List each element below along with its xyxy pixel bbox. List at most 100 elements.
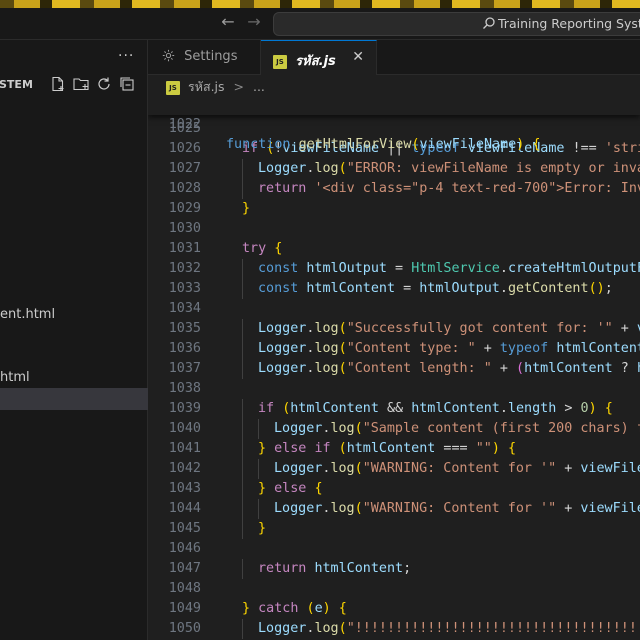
code-line: return '<div class="p-4 text-red-700">Er… [258, 181, 640, 196]
close-icon[interactable]: ✕ [352, 49, 364, 65]
code-line: Logger.log("Content type: " + typeof htm… [258, 341, 640, 356]
line-number: 1038 [168, 381, 201, 396]
line-number: 1041 [168, 441, 201, 456]
refresh-icon[interactable] [96, 76, 113, 93]
code-line-row[interactable]: 1048 [148, 579, 640, 599]
forward-arrow-icon[interactable]: → [243, 12, 265, 31]
breadcrumb-separator: > [233, 79, 244, 94]
code-line-row[interactable]: 1036 Logger.log("Content type: " + typeof… [148, 339, 640, 359]
line-number: 1036 [168, 341, 201, 356]
tab-code-js[interactable]: JS รหัส.js ✕ [261, 40, 377, 76]
indent-guide [258, 459, 259, 479]
indent-guide [242, 559, 243, 579]
command-center-search[interactable]: Training Reporting System [273, 12, 640, 36]
indent-guide [242, 439, 243, 459]
code-line-row[interactable]: 1038 [148, 379, 640, 399]
code-line-row[interactable]: 1049} catch (e) { [148, 599, 640, 619]
breadcrumb-more[interactable]: ... [253, 79, 265, 94]
line-number: 1028 [168, 181, 201, 196]
code-line: Logger.log("WARNING: Content for '" + vi… [274, 461, 640, 476]
code-line-row[interactable]: 1037 Logger.log("Content length: " + (htm… [148, 359, 640, 379]
collapse-all-icon[interactable] [119, 76, 136, 93]
js-file-icon: JS [273, 54, 287, 69]
explorer-sidebar: ··· STEM ent.html html [0, 40, 148, 640]
editor-tab-bar: Settings JS รหัส.js ✕ [148, 40, 640, 76]
back-arrow-icon[interactable]: ← [217, 12, 239, 31]
line-number: 1037 [168, 361, 201, 376]
code-line: } [242, 201, 251, 216]
code-line: Logger.log("!!!!!!!!!!!!!!!!!!!!!!!!!!!!… [258, 621, 640, 636]
code-line-row[interactable]: 1039 if (htmlContent && htmlContent.lengt… [148, 399, 640, 419]
code-line: Logger.log("Content length: " + (htmlCon… [258, 361, 640, 376]
tab-label: รหัส.js [295, 54, 336, 69]
code-editor[interactable]: 1022 function getHtmlForView(viewFileNam… [148, 95, 640, 640]
command-center-label: Training Reporting System [498, 16, 640, 31]
code-line-row[interactable]: 1034 [148, 299, 640, 319]
line-number: 1040 [168, 421, 201, 436]
line-number: 1048 [168, 581, 201, 596]
breadcrumb: JS รหัส.js > ... [148, 75, 640, 95]
line-number: 1044 [168, 501, 201, 516]
line-number: 1035 [168, 321, 201, 336]
code-line-row[interactable]: 1035 Logger.log("Successfully got content… [148, 319, 640, 339]
code-line-row[interactable]: 1032 const htmlOutput = HtmlService.creat… [148, 259, 640, 279]
indent-guide [242, 159, 243, 179]
code-line: Logger.log("Successfully got content for… [258, 321, 640, 336]
code-line: } [258, 521, 267, 536]
code-line-row[interactable]: 1041} else if (htmlContent === "") { [148, 439, 640, 459]
line-number: 1042 [168, 461, 201, 476]
code-line-row[interactable]: 1027 Logger.log("ERROR: viewFileName is e… [148, 159, 640, 179]
indent-guide [242, 619, 243, 639]
explorer-file-item[interactable]: html [0, 367, 148, 389]
code-line: Logger.log("ERROR: viewFileName is empty… [258, 161, 640, 176]
line-number: 1049 [168, 601, 201, 616]
indent-guide [242, 459, 243, 479]
code-line-row[interactable]: 1030 [148, 219, 640, 239]
code-line: const htmlContent = htmlOutput.getConten… [258, 281, 613, 296]
tab-label: Settings [184, 49, 238, 64]
explorer-file-item[interactable]: ent.html [0, 304, 148, 326]
line-number: 1047 [168, 561, 201, 576]
line-number: 1032 [168, 261, 201, 276]
indent-guide [242, 319, 243, 339]
code-line-row[interactable]: 1029} [148, 199, 640, 219]
indent-guide [242, 359, 243, 379]
explorer-file-item-selected[interactable] [0, 388, 148, 410]
code-line: Logger.log("Sample content (first 200 ch… [274, 421, 640, 436]
code-line-row[interactable]: 1050 Logger.log("!!!!!!!!!!!!!!!!!!!!!!!!… [148, 619, 640, 639]
code-line-row[interactable]: 1046 [148, 539, 640, 559]
indent-guide [242, 479, 243, 499]
code-line-row[interactable]: 1045} [148, 519, 640, 539]
indent-guide [242, 499, 243, 519]
indent-guide [242, 259, 243, 279]
more-actions-icon[interactable]: ··· [118, 48, 134, 64]
code-line: } else { [258, 481, 323, 496]
explorer-actions [50, 76, 136, 93]
tab-settings[interactable]: Settings [148, 40, 261, 75]
code-line-row[interactable]: 1047 return htmlContent; [148, 559, 640, 579]
file-label: ent.html [0, 307, 56, 322]
explorer-section-title[interactable]: STEM [0, 78, 33, 91]
code-line-row[interactable]: 1031 try { [148, 239, 640, 259]
code-line-row[interactable]: 1044 Logger.log("WARNING: Content for '" … [148, 499, 640, 519]
indent-guide [242, 399, 243, 419]
new-file-icon[interactable] [50, 76, 67, 93]
sticky-scroll-header[interactable]: 1022 function getHtmlForView(viewFileNam… [148, 95, 640, 152]
title-bar: ← → Training Reporting System [0, 8, 640, 40]
breadcrumb-file[interactable]: รหัส.js [188, 79, 225, 94]
new-folder-icon[interactable] [73, 76, 90, 93]
line-number: 1045 [168, 521, 201, 536]
line-number: 1033 [168, 281, 201, 296]
code-line-row[interactable]: 1042 Logger.log("WARNING: Content for '" … [148, 459, 640, 479]
code-line: const htmlOutput = HtmlService.createHtm… [258, 261, 640, 276]
code-line: Logger.log("WARNING: Content for '" + vi… [274, 501, 640, 516]
code-line-row[interactable]: 1033 const htmlContent = htmlOutput.getCo… [148, 279, 640, 299]
code-line-row[interactable]: 1028 return '<div class="p-4 text-red-700… [148, 179, 640, 199]
code-line-row[interactable]: 1040 Logger.log("Sample content (first 20… [148, 419, 640, 439]
line-number: 1031 [168, 241, 201, 256]
code-line-row[interactable]: 1043} else { [148, 479, 640, 499]
line-number: 1034 [168, 301, 201, 316]
gear-icon [162, 49, 179, 64]
code-line: return htmlContent; [258, 561, 412, 576]
desktop-wallpaper-strip [0, 0, 640, 8]
